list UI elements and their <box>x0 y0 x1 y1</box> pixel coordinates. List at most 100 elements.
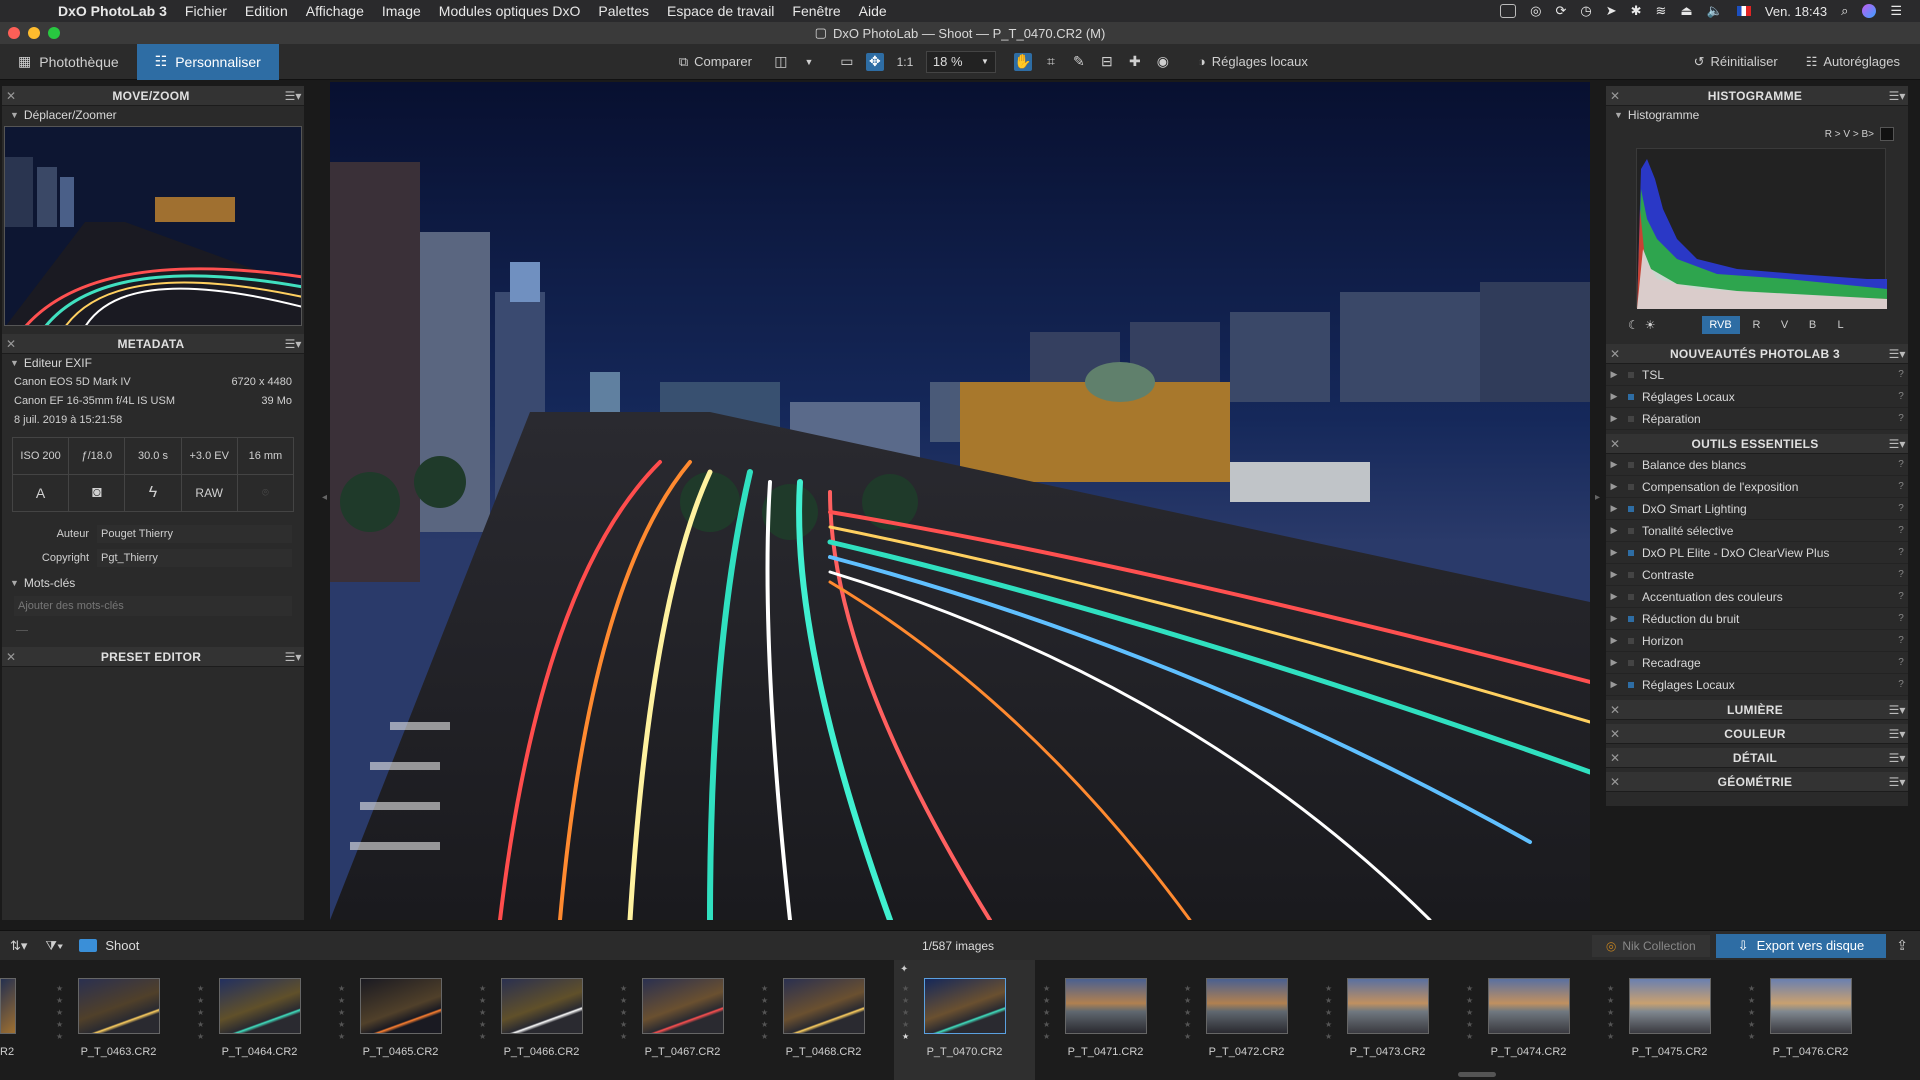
tool-recadrage[interactable]: ▶ Recadrage? <box>1606 652 1908 674</box>
keywords-input[interactable]: Ajouter des mots-clés <box>14 596 292 616</box>
crop-icon[interactable]: ⌗ <box>1042 53 1060 71</box>
channel-r-button[interactable]: R <box>1746 316 1768 334</box>
menu-fenetre[interactable]: Fenêtre <box>792 3 840 19</box>
palette-menu-icon[interactable]: ☰▾ <box>1886 727 1908 741</box>
location-icon[interactable]: ➤ <box>1606 3 1617 19</box>
menu-affichage[interactable]: Affichage <box>306 3 364 19</box>
move-zoom-header[interactable]: ✕ MOVE/ZOOM ☰▾ <box>2 86 304 106</box>
horizon-icon[interactable]: ⊟ <box>1098 53 1116 71</box>
film-item[interactable]: ★ ★ ★ ★ ★ P_T_0474.CR2 <box>1458 960 1599 1080</box>
film-item[interactable]: ★ ★ ★ ★ ★ P_T_0476.CR2 <box>1740 960 1881 1080</box>
creative-cloud-icon[interactable]: ◎ <box>1530 3 1541 19</box>
local-adjustments-button[interactable]: ◑ Réglages locaux <box>1188 50 1318 74</box>
close-icon[interactable]: ✕ <box>2 337 20 351</box>
auto-adjust-button[interactable]: ☷ Autoréglages <box>1796 50 1910 74</box>
moon-icon[interactable]: ☾ <box>1628 318 1639 332</box>
share-icon[interactable]: ⇪ <box>1896 937 1908 954</box>
sort-icon[interactable]: ⇅▾ <box>10 938 27 954</box>
navigator-thumbnail[interactable] <box>4 126 302 326</box>
timemachine-icon[interactable]: ◷ <box>1580 3 1591 19</box>
palette-menu-icon[interactable]: ☰▾ <box>1886 89 1908 103</box>
rating-stars[interactable]: ★ ★ ★ ★ ★ <box>902 984 909 1041</box>
palette-menu-icon[interactable]: ☰▾ <box>1886 437 1908 451</box>
histogram-header[interactable]: ✕ HISTOGRAMME ☰▾ <box>1606 86 1908 106</box>
chevron-down-icon[interactable]: ▼ <box>800 53 818 71</box>
lumiere-header[interactable]: ✕ LUMIÈRE ☰▾ <box>1606 700 1908 720</box>
film-item-selected[interactable]: ✦ ★ ★ ★ ★ ★ P_T_0470.CR2 <box>894 960 1035 1080</box>
help-icon[interactable]: ? <box>1894 459 1908 470</box>
help-icon[interactable]: ? <box>1894 569 1908 580</box>
help-icon[interactable]: ? <box>1894 547 1908 558</box>
histogram-subheader[interactable]: ▼ Histogramme <box>1606 106 1908 124</box>
clipping-swatch[interactable] <box>1880 127 1894 141</box>
rating-stars[interactable]: ★ ★ ★ ★ ★ <box>197 984 204 1041</box>
menu-edition[interactable]: Edition <box>245 3 288 19</box>
help-icon[interactable]: ? <box>1894 657 1908 668</box>
tool-compensation-exposition[interactable]: ▶ Compensation de l'exposition? <box>1606 476 1908 498</box>
eyedropper-icon[interactable]: ✎ <box>1070 53 1088 71</box>
notification-icon[interactable]: ☰ <box>1890 3 1902 19</box>
rating-stars[interactable]: ★ ★ ★ ★ ★ <box>1607 984 1614 1041</box>
preview-eye-icon[interactable]: ◉ <box>1154 53 1172 71</box>
nik-collection-button[interactable]: ◎ Nik Collection <box>1591 934 1710 957</box>
close-icon[interactable]: ✕ <box>1606 437 1624 451</box>
tab-phototheque[interactable]: ▦ Photothèque <box>0 44 137 80</box>
film-item[interactable]: ★ ★ ★ ★ ★ P_T_0466.CR2 <box>471 960 612 1080</box>
export-disk-button[interactable]: ⇩ Export vers disque <box>1715 933 1887 958</box>
tool-reparation[interactable]: ▶ Réparation? <box>1606 408 1908 430</box>
menu-image[interactable]: Image <box>382 3 421 19</box>
couleur-header[interactable]: ✕ COULEUR ☰▾ <box>1606 724 1908 744</box>
palette-menu-icon[interactable]: ☰▾ <box>1886 751 1908 765</box>
folder-name[interactable]: Shoot <box>105 938 139 953</box>
film-item[interactable]: ★ ★ ★ ★ ★ P_T_0473.CR2 <box>1317 960 1458 1080</box>
help-icon[interactable]: ? <box>1894 481 1908 492</box>
eject-icon[interactable]: ⏏ <box>1680 3 1692 19</box>
rating-stars[interactable]: ★ ★ ★ ★ ★ <box>1184 984 1191 1041</box>
fit-screen-icon[interactable]: ▭ <box>838 53 856 71</box>
help-icon[interactable]: ? <box>1894 635 1908 646</box>
palette-menu-icon[interactable]: ☰▾ <box>1886 703 1908 717</box>
zoom-window-button[interactable] <box>48 27 60 39</box>
tool-reglages-locaux-2[interactable]: ▶ Réglages Locaux? <box>1606 674 1908 696</box>
tool-tsl[interactable]: ▶ TSL? <box>1606 364 1908 386</box>
ratio-1-1-button[interactable]: 1:1 <box>894 53 916 71</box>
siri-icon[interactable] <box>1862 4 1877 18</box>
film-item[interactable]: ★ ★ ★ ★ ★ P_T_0463.CR2 <box>48 960 189 1080</box>
film-item[interactable]: ★ ★ ★ ★ ★ P_T_0468.CR2 <box>753 960 894 1080</box>
tool-accentuation-couleurs[interactable]: ▶ Accentuation des couleurs? <box>1606 586 1908 608</box>
palette-menu-icon[interactable]: ☰▾ <box>1886 347 1908 361</box>
clock[interactable]: Ven. 18:43 <box>1765 4 1827 19</box>
rating-stars[interactable]: ★ ★ ★ ★ ★ <box>1748 984 1755 1041</box>
menu-espace-travail[interactable]: Espace de travail <box>667 3 774 19</box>
rating-stars[interactable]: ★ ★ ★ ★ ★ <box>338 984 345 1041</box>
reset-button[interactable]: ↺ Réinitialiser <box>1684 50 1788 74</box>
tool-balance-blancs[interactable]: ▶ Balance des blancs? <box>1606 454 1908 476</box>
copyright-field[interactable]: Pgt_Thierry <box>97 549 292 567</box>
detail-header[interactable]: ✕ DÉTAIL ☰▾ <box>1606 748 1908 768</box>
close-icon[interactable]: ✕ <box>2 89 20 103</box>
tab-personnaliser[interactable]: ☷ Personnaliser <box>136 43 279 80</box>
search-icon[interactable]: ⌕ <box>1841 3 1848 19</box>
sun-icon[interactable]: ☀ <box>1645 318 1656 332</box>
star-icon[interactable]: ✦ <box>900 964 908 975</box>
close-icon[interactable]: ✕ <box>1606 347 1624 361</box>
compare-button[interactable]: ⧉ Comparer <box>669 50 762 74</box>
help-icon[interactable]: ? <box>1894 391 1908 402</box>
rating-stars[interactable]: ★ ★ ★ ★ ★ <box>1325 984 1332 1041</box>
menu-app-name[interactable]: DxO PhotoLab 3 <box>58 3 167 19</box>
rating-stars[interactable]: ★ ★ ★ ★ ★ <box>56 984 63 1041</box>
help-icon[interactable]: ? <box>1894 613 1908 624</box>
keywords-subheader[interactable]: ▼ Mots-clés <box>2 574 304 592</box>
close-icon[interactable]: ✕ <box>1606 775 1624 789</box>
flag-fr-icon[interactable] <box>1736 6 1751 16</box>
move-zoom-subheader[interactable]: ▼ Déplacer/Zoomer <box>2 106 304 124</box>
rating-stars[interactable]: ★ ★ ★ ★ ★ <box>761 984 768 1041</box>
new-features-header[interactable]: ✕ NOUVEAUTÉS PHOTOLAB 3 ☰▾ <box>1606 344 1908 364</box>
wifi-icon[interactable]: ≋ <box>1656 3 1667 19</box>
channel-b-button[interactable]: B <box>1802 316 1824 334</box>
zoom-select[interactable]: 18 % ▼ <box>925 50 996 73</box>
menu-aide[interactable]: Aide <box>859 3 887 19</box>
film-item[interactable]: ★ ★ ★ ★ ★ P_T_0475.CR2 <box>1599 960 1740 1080</box>
channel-l-button[interactable]: L <box>1830 316 1852 334</box>
bluetooth-icon[interactable]: ✱ <box>1631 3 1642 19</box>
